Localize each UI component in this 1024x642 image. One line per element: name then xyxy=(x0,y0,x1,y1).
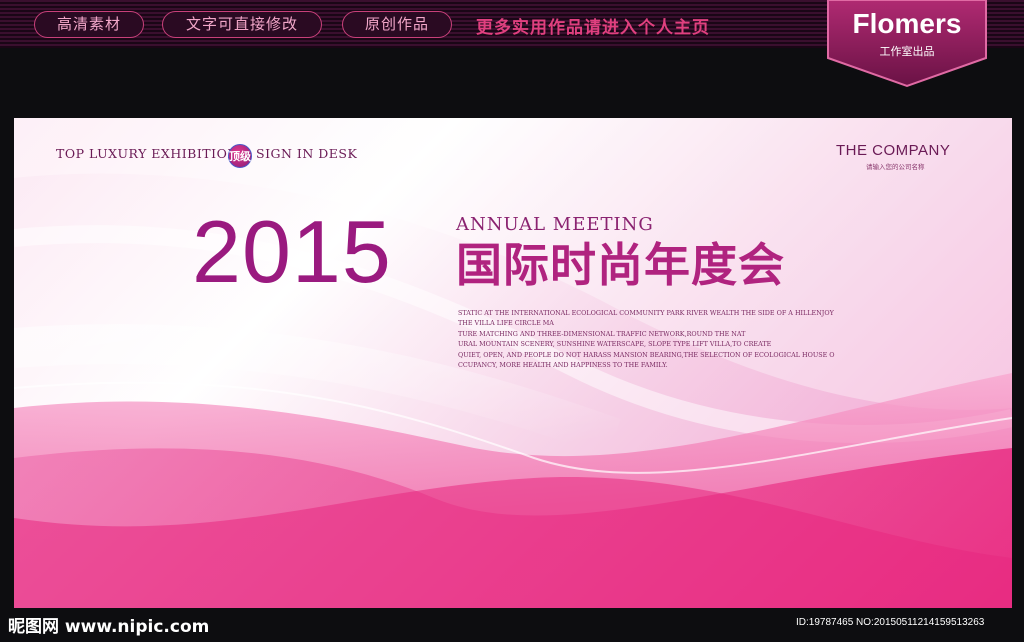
tagline-right: SIGN IN DESK xyxy=(256,146,358,161)
description-line: QUIET, OPEN, AND PEOPLE DO NOT HARASS MA… xyxy=(458,350,835,359)
company-name: THE COMPANY xyxy=(836,142,951,159)
description-line: CCUPANCY, MORE HEALTH AND HAPPINESS TO T… xyxy=(458,361,668,370)
tag-hd-material[interactable]: 高清素材 xyxy=(34,11,144,38)
tag-original-work[interactable]: 原创作品 xyxy=(342,11,452,38)
event-title: 国际时尚年度会 xyxy=(456,238,785,292)
event-year: 2015 xyxy=(192,202,392,301)
homepage-link[interactable]: 更多实用作品请进入个人主页 xyxy=(476,13,710,38)
description-line: THE VILLA LIFE CIRCLE MA xyxy=(458,319,554,328)
company-subtitle: 请输入您的公司名称 xyxy=(866,163,925,171)
description-line: URAL MOUNTAIN SCENERY, SUNSHINE WATERSCA… xyxy=(458,340,772,349)
studio-subtitle: 工作室出品 xyxy=(879,45,935,58)
studio-badge: Flomers 工作室出品 xyxy=(826,0,988,88)
description-line: STATIC AT THE INTERNATIONAL ECOLOGICAL C… xyxy=(458,309,834,317)
event-banner: TOP LUXURY EXHIBITION 顶级 SIGN IN DESK TH… xyxy=(14,118,1012,608)
studio-name: Flomers xyxy=(852,8,962,39)
description-text: STATIC AT THE INTERNATIONAL ECOLOGICAL C… xyxy=(458,308,838,370)
image-id-text: ID:19787465 NO:20150511214159513263 xyxy=(796,617,985,628)
annual-meeting-heading: ANNUAL MEETING xyxy=(456,214,654,235)
description-line: TURE MATCHING AND THREE-DIMENSIONAL TRAF… xyxy=(458,329,746,338)
tag-editable-text[interactable]: 文字可直接修改 xyxy=(162,11,322,38)
site-watermark: 昵图网 www.nipic.com xyxy=(8,617,210,637)
tagline-left: TOP LUXURY EXHIBITION xyxy=(56,146,239,161)
top-grade-seal: 顶级 xyxy=(228,144,252,168)
